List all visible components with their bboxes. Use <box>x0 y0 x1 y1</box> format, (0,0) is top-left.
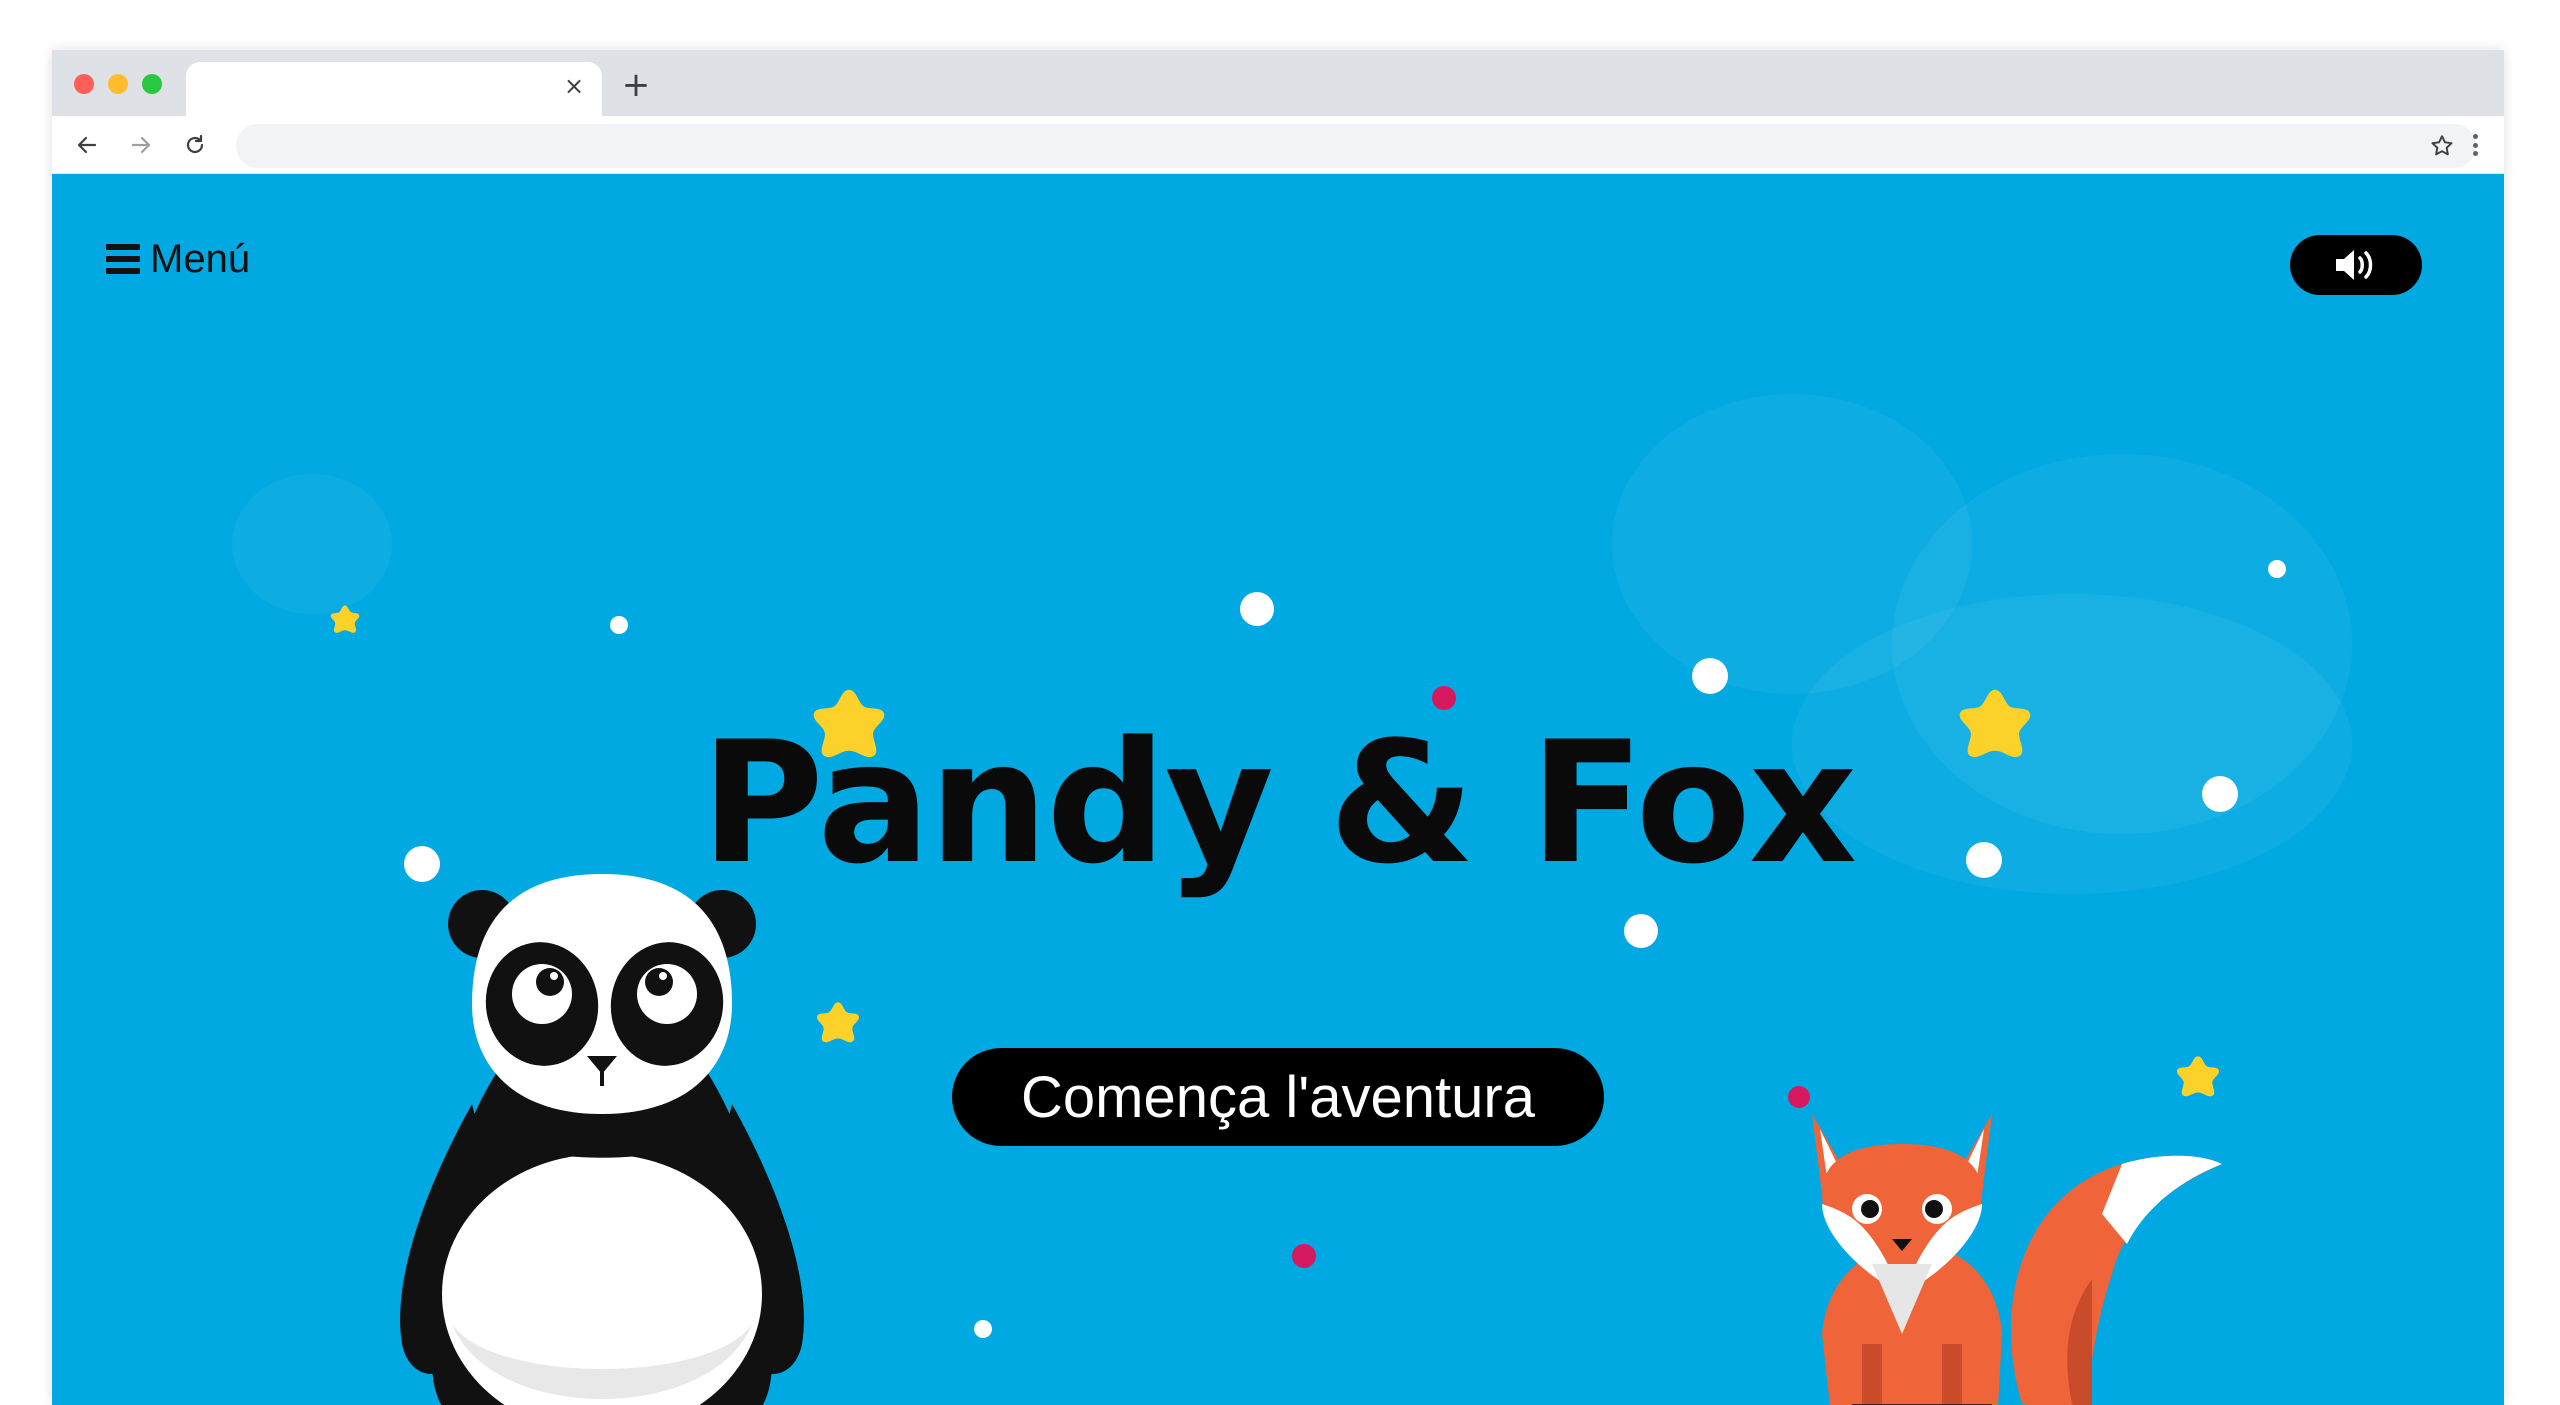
fox-character <box>1812 1114 2222 1405</box>
browser-toolbar <box>52 116 2504 174</box>
address-bar[interactable] <box>236 124 2476 168</box>
decorative-star <box>816 1002 860 1043</box>
decorative-dot <box>1692 658 1728 694</box>
speaker-icon <box>2336 250 2373 280</box>
decorative-dot <box>974 1320 992 1338</box>
hamburger-icon <box>106 244 140 274</box>
decorative-dot <box>2268 560 2286 578</box>
star-icon[interactable] <box>2426 130 2458 162</box>
browser-tab[interactable]: × <box>186 62 602 116</box>
start-adventure-button[interactable]: Comença l'aventura <box>952 1048 1604 1146</box>
page-viewport: Menú Pandy & Fox Comença l'aventura <box>52 174 2504 1405</box>
decorative-dot <box>1240 592 1274 626</box>
panda-character <box>400 874 804 1405</box>
reload-icon[interactable] <box>178 128 212 162</box>
close-icon[interactable]: × <box>560 72 588 100</box>
menu-button[interactable]: Menú <box>106 234 250 284</box>
browser-window: × + Menú Pandy & Fox Comença l'aventura <box>52 50 2504 1405</box>
kebab-menu-icon[interactable] <box>2460 130 2490 160</box>
tab-bar: × + <box>52 50 2504 116</box>
decorative-dot <box>1624 914 1658 948</box>
maximize-window-button[interactable] <box>142 74 162 94</box>
decorative-star <box>330 605 360 633</box>
sound-toggle-button[interactable] <box>2290 235 2422 295</box>
decorative-star <box>2176 1056 2220 1097</box>
hero-title: Pandy & Fox <box>700 705 1858 901</box>
minimize-window-button[interactable] <box>108 74 128 94</box>
plus-icon[interactable]: + <box>618 68 654 104</box>
arrow-right-icon[interactable] <box>124 128 158 162</box>
menu-label: Menú <box>150 236 251 281</box>
close-window-button[interactable] <box>74 74 94 94</box>
decorative-dot <box>1292 1244 1316 1268</box>
decorative-dot <box>610 616 628 634</box>
arrow-left-icon[interactable] <box>70 128 104 162</box>
background-cloud <box>232 474 392 614</box>
